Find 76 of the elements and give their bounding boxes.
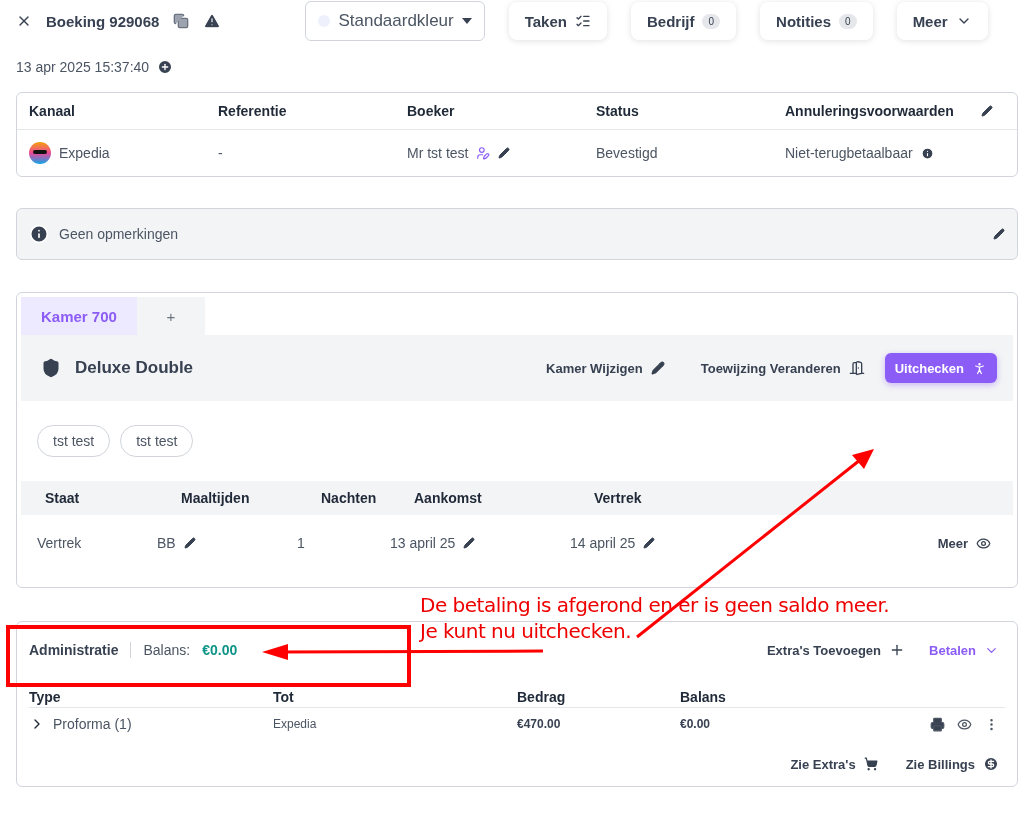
room-tab[interactable]: Kamer 700 (21, 297, 137, 335)
warning-icon[interactable] (203, 12, 222, 30)
channel-logo-icon (29, 142, 51, 164)
table-cell: 13 april 25 (390, 535, 456, 551)
column-header: Aankomst (414, 490, 483, 506)
column-header: Balans (680, 688, 727, 705)
pay-button[interactable]: Betalen (923, 641, 1005, 659)
table-cell: Expedia (59, 145, 110, 161)
booking-title: Boeking 929068 (46, 12, 160, 30)
pencil-icon[interactable] (183, 537, 196, 549)
door-icon (848, 360, 865, 376)
pencil-icon[interactable] (463, 537, 476, 549)
notes-text: Geen opmerkingen (59, 226, 179, 242)
table-cell: Niet-terugbetaalbaar (785, 145, 913, 161)
column-header: Vertrek (594, 490, 643, 506)
table-cell-text: - (218, 145, 224, 161)
footer-link[interactable]: Zie Extra's (784, 755, 884, 773)
column-header: Maaltijden (181, 490, 251, 506)
caret-icon (461, 18, 472, 24)
more-button[interactable]: Meer (931, 534, 997, 552)
column-header: Nachten (321, 490, 378, 506)
color-select[interactable]: Standaardkleur (305, 1, 485, 41)
pencil-icon[interactable] (498, 147, 511, 159)
table-cell: BB (157, 535, 176, 551)
print-icon[interactable] (930, 716, 945, 732)
created-date: 13 apr 2025 15:37:40 (16, 59, 150, 75)
annotation-text: De betaling is afgerond en er is geen saldo meer. Je kunt nu uitchecken. (420, 592, 890, 644)
table-cell-text: Bevestigd (596, 145, 659, 161)
header-button[interactable]: Taken (508, 2, 607, 40)
info-icon (29, 224, 49, 244)
checkout-button[interactable]: Uitchecken (884, 353, 997, 383)
add-extras-button[interactable]: Extra's Toevoegen (760, 641, 912, 659)
room-name: Deluxe Double (75, 358, 194, 378)
list-icon (574, 13, 591, 29)
column-header: Bedrag (517, 688, 567, 705)
copy-icon[interactable] (173, 13, 190, 29)
column-header: Annuleringsvoorwaarden (785, 103, 955, 119)
column-header: Staat (45, 490, 81, 506)
info-icon (920, 146, 934, 160)
eye-icon[interactable] (957, 716, 972, 732)
table-cell: Mr tst test (407, 145, 469, 161)
header-button[interactable]: Meer (896, 2, 988, 40)
table-cell-text: €0.00 (680, 717, 712, 731)
table-cell: 1 (297, 535, 305, 551)
column-header: Referentie (218, 103, 288, 119)
header-button[interactable]: Bedrijf 0 (630, 2, 737, 40)
pencil-icon[interactable] (993, 228, 1005, 240)
add-icon[interactable] (157, 59, 174, 75)
room-tab[interactable]: + (136, 297, 205, 335)
footer-link[interactable]: Zie Billings (899, 755, 1005, 773)
column-header: Type (29, 688, 62, 705)
room-action[interactable]: Kamer Wijzigen (540, 359, 671, 377)
table-cell-text: Expedia (273, 717, 318, 731)
shield-icon (41, 358, 61, 378)
column-header: Tot (273, 688, 295, 705)
room-action[interactable]: Toewijzing Veranderen (694, 359, 871, 377)
header-button[interactable]: Notities 0 (760, 2, 873, 40)
section-title: Administratie (29, 642, 132, 658)
table-cell-text: €470.00 (517, 717, 562, 731)
column-header: Status (596, 103, 640, 119)
balance-label: Balans: (143, 642, 191, 658)
eye-icon (976, 535, 991, 551)
pencil-icon[interactable] (643, 537, 656, 549)
count-badge: 0 (702, 13, 721, 29)
count-badge: 0 (839, 13, 857, 29)
table-cell: Proforma (1) (53, 716, 132, 732)
column-header: Kanaal (29, 103, 76, 119)
coin-icon (983, 756, 999, 772)
user-edit-icon[interactable] (476, 146, 491, 160)
table-cell: Vertrek (37, 535, 82, 551)
column-header: Boeker (407, 103, 456, 119)
pencil-icon (650, 361, 665, 375)
cart-icon (863, 757, 878, 771)
balance-amount: €0.00 (202, 642, 238, 658)
table-cell: 14 april 25 (570, 535, 636, 551)
pencil-icon[interactable] (981, 105, 993, 117)
